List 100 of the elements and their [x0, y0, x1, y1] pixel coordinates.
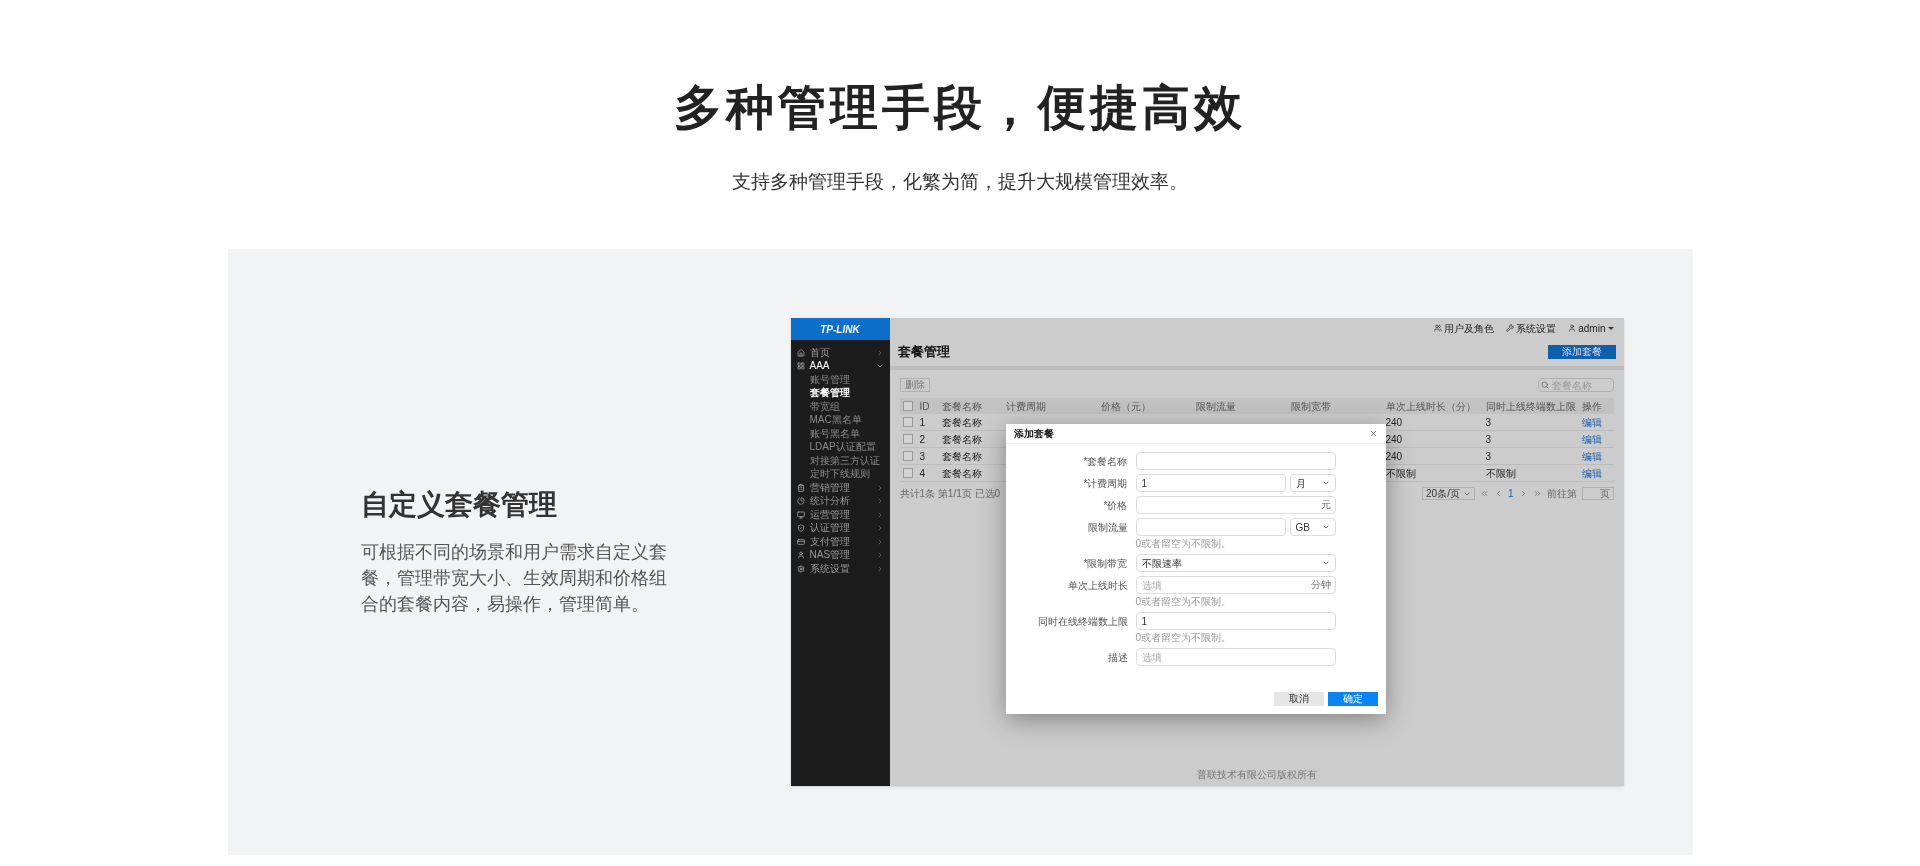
goto-label: 前往第 [1546, 487, 1577, 501]
top-link[interactable]: 系统设置 [1506, 320, 1557, 336]
feature-title: 自定义套餐管理 [360, 488, 558, 522]
select-field[interactable]: GB [1289, 518, 1336, 536]
last-page-icon [1532, 489, 1542, 498]
unit-label: 元 [1320, 499, 1331, 511]
sidebar-item[interactable]: 运营管理 [790, 508, 890, 522]
sidebar-item[interactable]: 营销管理 [790, 481, 890, 495]
edit-link[interactable]: 编辑 [1579, 414, 1614, 430]
field-label: 单次上线时长 [1066, 578, 1129, 593]
input-field[interactable]: 1 [1135, 612, 1336, 630]
first-page-icon [1479, 489, 1489, 498]
add-package-button[interactable]: 添加套餐 [1547, 345, 1616, 359]
checkbox[interactable] [902, 468, 913, 478]
feature-description: 可根据不同的场景和用户需求自定义套餐，管理带宽大小、生效周期和价格组合的套餐内容，易操作，管理简单。 [360, 541, 668, 616]
table-cell-text: 1 [918, 415, 927, 430]
field-label: *限制带宽 [1082, 556, 1129, 571]
field-label: *价格 [1102, 498, 1129, 513]
input-field[interactable]: 选填 [1135, 648, 1336, 666]
cancel-button[interactable]: 取消 [1273, 692, 1324, 706]
column-header: 单次上线时长（分） [1384, 399, 1477, 414]
logo: TP-LINK [820, 322, 860, 337]
chevron-down-icon [1321, 479, 1330, 487]
submenu-item[interactable]: 定时下线规则 [790, 467, 890, 481]
page-subheading: 支持多种管理手段，化繁为简，提升大规模管理效率。 [732, 170, 1188, 194]
wrench-icon [1506, 324, 1515, 332]
page-title: 套餐管理 [897, 343, 950, 362]
sidebar-item[interactable]: 首页 [790, 346, 890, 360]
sidebar-item[interactable]: 认证管理 [790, 521, 890, 535]
table-cell-text: 套餐名称 [940, 432, 983, 447]
table-cell-text: 3 [1484, 449, 1493, 464]
column-header: 操作 [1580, 399, 1603, 414]
checkbox[interactable] [902, 417, 913, 427]
table-cell-text: 3 [1484, 432, 1493, 447]
page-heading: 多种管理手段，便捷高效 [674, 80, 1246, 136]
users-icon [1434, 324, 1443, 332]
checkbox[interactable] [902, 451, 913, 461]
field-label: 描述 [1106, 650, 1129, 665]
submenu-item[interactable]: 对接第三方认证 [790, 454, 890, 468]
table-cell-text: 3 [918, 449, 927, 464]
table-cell-text: 240 [1384, 415, 1404, 430]
table-cell-text: 不限制 [1384, 466, 1417, 481]
submenu-item[interactable]: LDAP认证配置 [790, 440, 890, 454]
top-link[interactable]: admin [1568, 320, 1614, 336]
field-label: 限制流量 [1086, 520, 1129, 535]
chevron-down-icon [1321, 559, 1330, 567]
field-hint: 0或者留空为不限制。 [1135, 632, 1232, 644]
dialog-title: 添加套餐 [1013, 427, 1054, 441]
field-label: *套餐名称 [1082, 454, 1129, 469]
table-cell-text: 3 [1484, 415, 1493, 430]
input-field[interactable] [1135, 496, 1336, 514]
table-summary: 共计1条 第1/1页 已选0 [899, 487, 1001, 501]
submenu-item[interactable]: 账号黑名单 [790, 427, 890, 441]
caret-icon [1607, 326, 1614, 330]
table-cell-text: 240 [1384, 432, 1404, 447]
table-cell-text: 2 [918, 432, 927, 447]
submenu-item[interactable]: MAC黑名单 [790, 413, 890, 427]
edit-link[interactable]: 编辑 [1579, 465, 1614, 481]
page-size-select[interactable]: 20条/页 [1422, 487, 1475, 500]
column-header: 限制宽带 [1289, 399, 1332, 414]
field-label: 同时在线终端数上限 [1036, 614, 1129, 629]
chevron-down-icon [1321, 523, 1330, 531]
edit-link[interactable]: 编辑 [1579, 431, 1614, 447]
column-header: 限制流量 [1194, 399, 1237, 414]
column-header: 计费周期 [1004, 399, 1047, 414]
page-input[interactable]: 页 [1581, 487, 1614, 500]
field-hint: 0或者留空为不限制。 [1135, 538, 1232, 550]
column-header: 同时上线终端数上限 [1484, 399, 1577, 414]
table-cell-text: 不限制 [1484, 466, 1517, 481]
search-icon [1540, 381, 1549, 389]
checkbox[interactable] [902, 434, 913, 444]
input-field[interactable] [1135, 452, 1336, 470]
sidebar-item[interactable]: 系统设置 [790, 562, 890, 576]
sidebar-item[interactable]: 统计分析 [790, 494, 890, 508]
sidebar-item[interactable]: NAS管理 [790, 548, 890, 562]
table-cell-text: 套餐名称 [940, 449, 983, 464]
field-hint: 0或者留空为不限制。 [1135, 596, 1232, 608]
confirm-button[interactable]: 确定 [1327, 692, 1378, 706]
user-icon [1568, 324, 1577, 332]
checkbox[interactable] [902, 401, 913, 411]
column-header: ID [918, 399, 931, 414]
input-field[interactable] [1135, 518, 1286, 536]
table-cell-text: 4 [918, 466, 927, 481]
close-icon[interactable] [1368, 429, 1378, 438]
top-link[interactable]: 用户及角色 [1434, 320, 1495, 336]
input-field[interactable]: 1 [1135, 474, 1286, 492]
submenu-item[interactable]: 账号管理 [790, 373, 890, 387]
select-field[interactable]: 不限速率 [1135, 554, 1336, 572]
unit-label: 分钟 [1310, 579, 1331, 591]
column-header: 套餐名称 [940, 399, 983, 414]
sidebar-item[interactable]: 支付管理 [790, 535, 890, 549]
submenu-item[interactable]: 带宽组 [790, 400, 890, 414]
table-cell-text: 套餐名称 [940, 415, 983, 430]
edit-link[interactable]: 编辑 [1579, 448, 1614, 464]
sidebar-item[interactable]: AAA [790, 359, 890, 373]
table-cell-text: 240 [1384, 449, 1404, 464]
page-number[interactable]: 1 [1507, 486, 1514, 501]
select-field[interactable]: 月 [1289, 474, 1336, 492]
field-label: *计费周期 [1082, 476, 1129, 491]
submenu-item[interactable]: 套餐管理 [790, 386, 890, 400]
